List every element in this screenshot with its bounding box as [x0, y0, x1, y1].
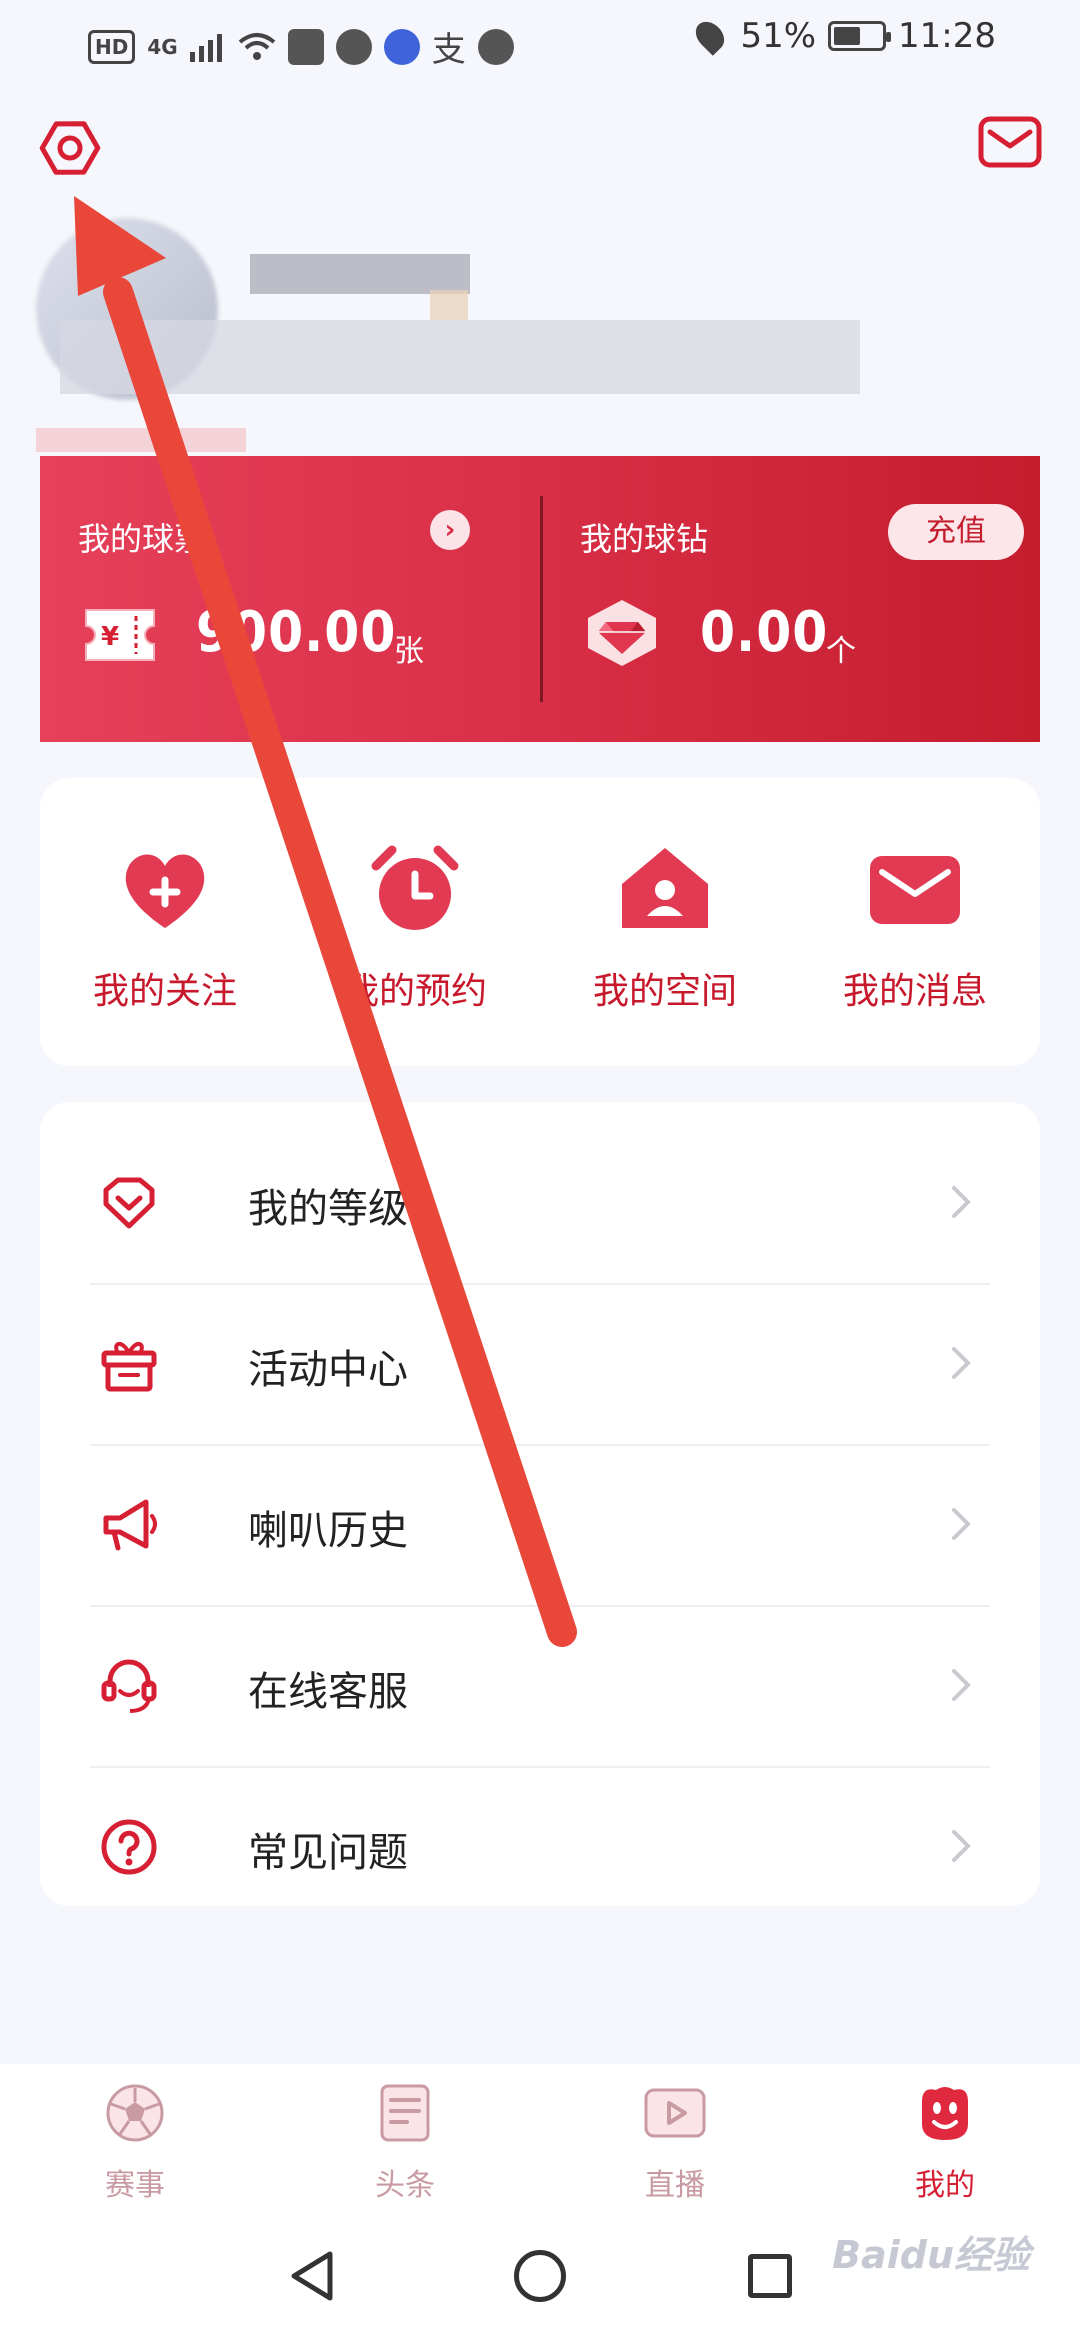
- tab-matches[interactable]: 赛事: [0, 2082, 270, 2212]
- diamonds-unit: 个: [826, 634, 856, 669]
- tickets-unit: 张: [394, 634, 424, 669]
- heart-plus-icon: [125, 854, 205, 928]
- tickets-section[interactable]: 我的球票 › ¥ 900.00 张: [40, 456, 540, 742]
- quick-action-label: 我的关注: [92, 971, 237, 1012]
- location-icon: [690, 16, 731, 56]
- chevron-right-icon: [952, 1347, 971, 1379]
- menu-list: 我的等级 活动中心 喇叭历史 在线客服 常见问题: [40, 1102, 1040, 1906]
- envelope-icon: [870, 856, 960, 924]
- diamond-icon: [588, 600, 656, 666]
- user-tag-blurred: [36, 428, 246, 452]
- quick-action-label: 我的消息: [842, 971, 987, 1012]
- chevron-right-icon: [952, 1186, 971, 1218]
- watermark: Baidu经验: [832, 2233, 1030, 2277]
- menu-item-customer-service[interactable]: 在线客服: [90, 1607, 990, 1768]
- news-icon: [380, 2084, 430, 2142]
- level-heart-icon: [103, 1177, 155, 1229]
- headset-icon: [101, 1659, 157, 1713]
- tab-label: 直播: [645, 2168, 705, 2203]
- user-badge-blurred: [430, 290, 468, 320]
- bottom-nav: 赛事 头条 直播 我的: [0, 2064, 1080, 2214]
- chevron-right-icon: [952, 1830, 971, 1862]
- status-right: 51% 11:28: [690, 16, 996, 56]
- tab-headlines[interactable]: 头条: [270, 2082, 540, 2212]
- menu-item-horn-history[interactable]: 喇叭历史: [90, 1446, 990, 1607]
- house-user-icon: [622, 848, 708, 928]
- menu-item-label: 喇叭历史: [248, 1508, 408, 1554]
- network-indicator: 4G: [147, 34, 178, 59]
- diamonds-value: 0.00: [700, 600, 829, 665]
- battery-icon: [828, 21, 892, 51]
- tab-label: 赛事: [105, 2168, 165, 2203]
- quick-action-label: 我的预约: [342, 971, 487, 1012]
- clock: 11:28: [898, 16, 996, 56]
- status-left: HD 4G 支: [88, 22, 514, 71]
- soccer-ball-icon: [106, 2084, 164, 2142]
- wifi-icon: [238, 32, 275, 60]
- quick-action-label: 我的空间: [592, 971, 737, 1012]
- alipay-icon: 支: [431, 30, 466, 70]
- tab-mine[interactable]: 我的: [810, 2082, 1080, 2212]
- tickets-detail-arrow[interactable]: ›: [430, 510, 470, 550]
- ticket-icon: ¥: [85, 609, 155, 661]
- status-bar: HD 4G 支 51% 11:28: [0, 0, 1080, 80]
- svg-text:¥: ¥: [101, 622, 119, 652]
- chevron-right-icon: [952, 1508, 971, 1540]
- question-icon: [101, 1819, 157, 1875]
- battery-percent: 51%: [740, 16, 817, 56]
- music-app-icon: [383, 28, 420, 65]
- wallet-card: 我的球票 › ¥ 900.00 张 我的球钻 充值 0.00 个: [40, 456, 1040, 742]
- back-icon[interactable]: [290, 2250, 336, 2302]
- quick-action-follow[interactable]: 我的关注: [40, 778, 290, 1066]
- recharge-button[interactable]: 充值: [888, 504, 1024, 560]
- username-blurred: [250, 254, 470, 294]
- hd-indicator: HD: [88, 29, 136, 64]
- quick-action-space[interactable]: 我的空间: [540, 778, 790, 1066]
- home-icon[interactable]: [514, 2250, 566, 2302]
- menu-item-label: 常见问题: [248, 1830, 408, 1876]
- tab-label: 头条: [375, 2168, 435, 2203]
- quick-action-messages[interactable]: 我的消息: [790, 778, 1040, 1066]
- gift-icon: [101, 1342, 157, 1392]
- play-icon: [644, 2088, 706, 2138]
- menu-item-label: 活动中心: [248, 1347, 408, 1393]
- megaphone-icon: [103, 1499, 157, 1551]
- settings-icon[interactable]: [38, 116, 102, 180]
- huawei-app-icon: [287, 28, 324, 65]
- menu-item-activity[interactable]: 活动中心: [90, 1285, 990, 1446]
- hand-app-icon-2: [477, 28, 514, 65]
- chevron-right-icon: [952, 1669, 971, 1701]
- mascot-face-icon: [922, 2087, 968, 2140]
- quick-action-reservation[interactable]: 我的预约: [290, 778, 540, 1066]
- tickets-value: 900.00: [196, 600, 397, 665]
- diamonds-label: 我的球钻: [580, 520, 709, 558]
- alarm-clock-icon: [371, 845, 459, 930]
- quick-actions: 我的关注 我的预约 我的空间 我的消息: [40, 778, 1040, 1066]
- tab-label: 我的: [915, 2168, 975, 2203]
- menu-item-label: 我的等级: [248, 1186, 408, 1232]
- hand-app-icon: [335, 28, 372, 65]
- diamonds-section[interactable]: 我的球钻 充值 0.00 个: [542, 456, 1040, 742]
- signal-icon: [189, 33, 222, 62]
- menu-item-level[interactable]: 我的等级: [90, 1124, 990, 1285]
- tickets-label: 我的球票: [78, 520, 207, 558]
- recent-apps-icon[interactable]: [748, 2254, 792, 2298]
- menu-item-label: 在线客服: [248, 1669, 408, 1715]
- tab-live[interactable]: 直播: [540, 2082, 810, 2212]
- user-info-blurred: [60, 320, 860, 394]
- menu-item-faq[interactable]: 常见问题: [90, 1768, 990, 1929]
- mail-icon[interactable]: [978, 116, 1042, 168]
